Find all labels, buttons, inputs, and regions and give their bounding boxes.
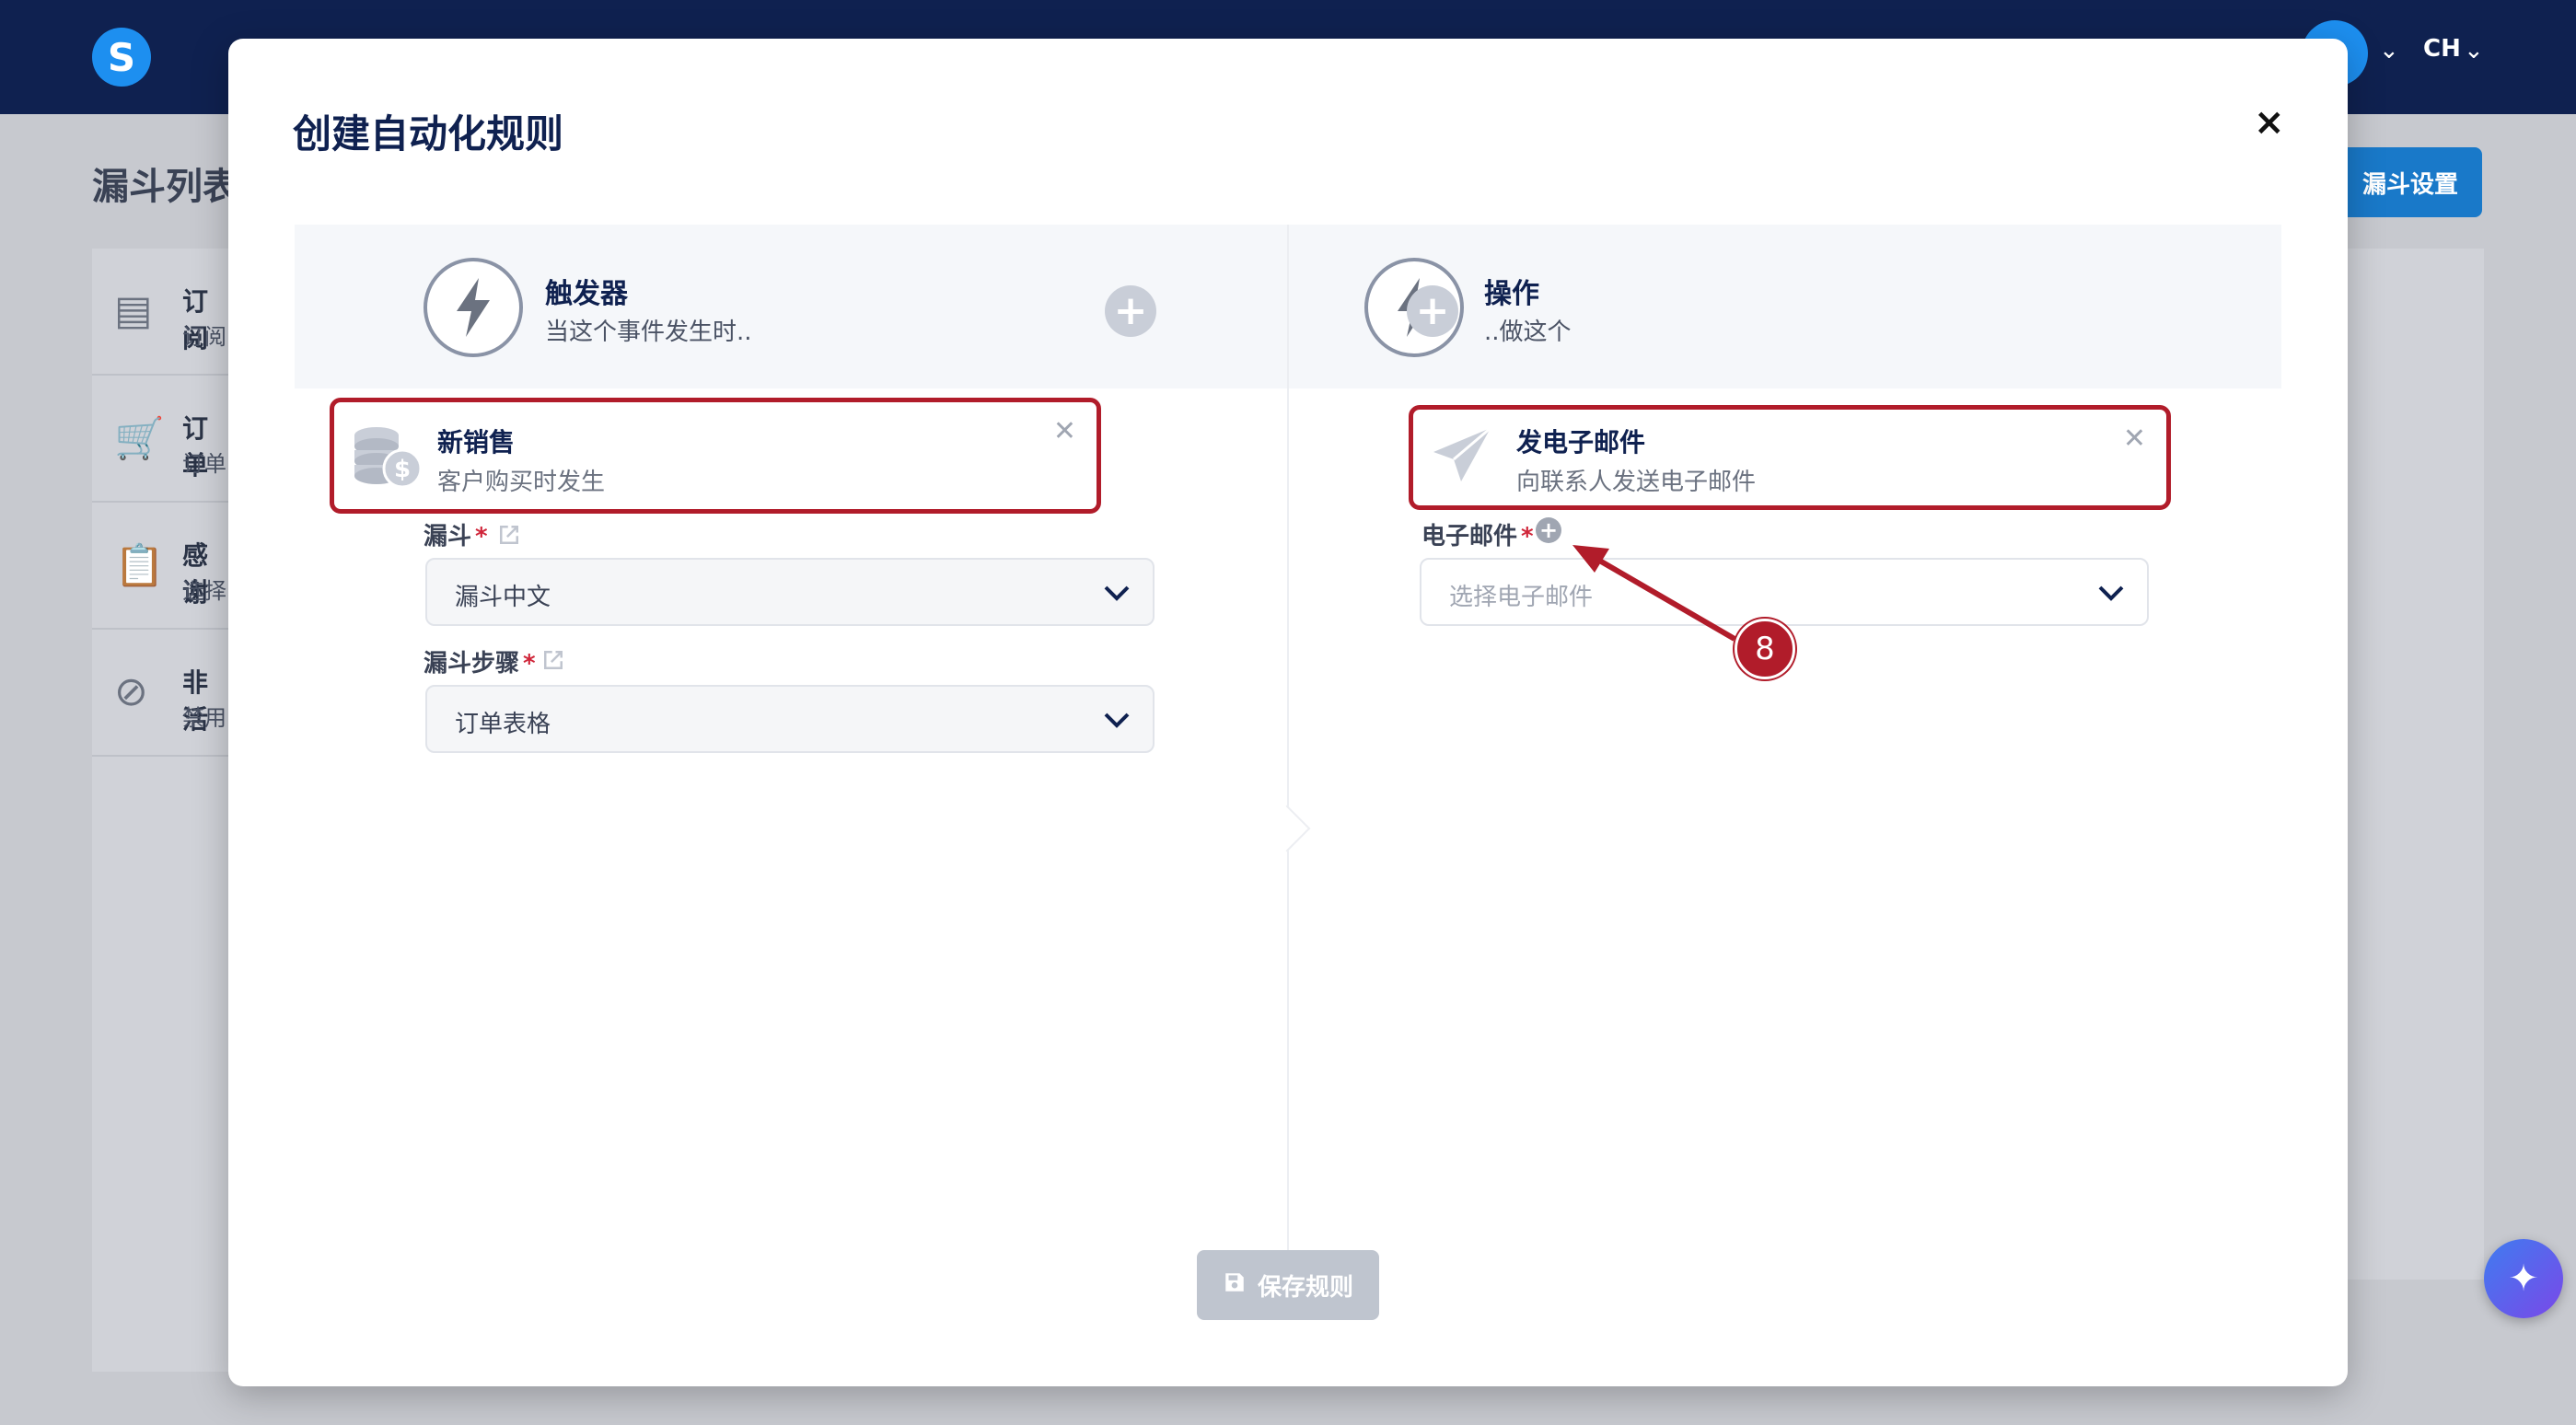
list-item[interactable]: 🛒 订单 订单: [92, 376, 230, 503]
chevron-down-icon: [1103, 709, 1131, 735]
save-rule-button[interactable]: 保存规则: [1197, 1250, 1379, 1320]
action-card-send-email[interactable]: 发电子邮件 向联系人发送电子邮件 ✕: [1409, 405, 2171, 510]
email-select-placeholder: 选择电子邮件: [1449, 584, 1594, 611]
ban-icon: ⊘: [114, 668, 148, 715]
svg-text:$: $: [394, 456, 411, 483]
funnel-select[interactable]: 漏斗中文: [425, 558, 1155, 626]
app-logo[interactable]: S: [92, 28, 151, 87]
add-trigger-button[interactable]: +: [1105, 285, 1156, 337]
clipboard-check-icon: 📋: [114, 542, 165, 589]
add-email-button[interactable]: +: [1536, 517, 1561, 543]
chevron-down-icon[interactable]: ⌄: [2464, 37, 2484, 64]
trigger-card-title: 新销售: [437, 427, 516, 458]
remove-action-close-icon[interactable]: ✕: [2123, 423, 2146, 455]
modal-title: 创建自动化规则: [293, 111, 564, 156]
cart-icon: 🛒: [114, 415, 165, 462]
funnel-step-select-value: 订单表格: [455, 711, 551, 738]
bolt-icon: [424, 258, 523, 357]
close-icon[interactable]: ×: [2254, 101, 2285, 144]
newsletter-icon: ▤: [114, 287, 153, 334]
save-disk-icon: [1223, 1270, 1247, 1301]
funnel-select-value: 漏斗中文: [455, 584, 551, 611]
list-item-subtitle: 订单: [182, 451, 226, 477]
action-title: 操作: [1484, 278, 1539, 310]
funnel-step-list: ▤ 订阅 订阅 🛒 订单 订单 📋 感谢 选择 ⊘ 非活 禁用: [92, 249, 230, 1372]
chevron-down-icon: [2097, 582, 2125, 608]
list-item-subtitle: 订阅: [182, 324, 226, 350]
divider-arrow: [1263, 805, 1311, 852]
external-link-icon[interactable]: [495, 521, 523, 552]
funnel-step-select[interactable]: 订单表格: [425, 685, 1155, 753]
trigger-card-subtitle: 客户购买时发生: [437, 469, 606, 496]
trigger-title: 触发器: [545, 278, 628, 310]
trigger-subtitle: 当这个事件发生时..: [545, 319, 752, 346]
language-selector[interactable]: CH: [2423, 35, 2461, 63]
external-link-icon[interactable]: [540, 646, 567, 678]
paper-plane-icon: [1430, 424, 1494, 492]
column-divider: [1287, 225, 1289, 1256]
list-item-subtitle: 禁用: [182, 705, 226, 731]
action-header: 操作 ..做这个 +: [1289, 225, 2281, 388]
sparkles-icon: ✦: [2508, 1257, 2539, 1300]
create-automation-rule-modal: 创建自动化规则 × 触发器 当这个事件发生时.. + 操作 ..做这个 + $ …: [228, 39, 2348, 1386]
email-label: 电子邮件 *: [1421, 523, 1534, 550]
action-card-subtitle: 向联系人发送电子邮件: [1516, 469, 1757, 496]
funnel-step-label: 漏斗步骤 *: [424, 650, 536, 678]
annotation-badge: 8: [1735, 619, 1795, 679]
trigger-card-new-sale[interactable]: $ 新销售 客户购买时发生 ✕: [330, 398, 1101, 514]
page-title: 漏斗列表: [92, 166, 239, 208]
list-item[interactable]: 📋 感谢 选择: [92, 503, 230, 630]
chevron-down-icon[interactable]: ⌄: [2379, 37, 2399, 64]
funnel-label: 漏斗 *: [424, 523, 488, 550]
ai-assistant-button[interactable]: ✦: [2484, 1239, 2563, 1318]
background-panel: [2338, 249, 2484, 1280]
list-item-subtitle: 选择: [182, 578, 226, 604]
action-card-title: 发电子邮件: [1516, 427, 1646, 458]
add-action-button[interactable]: +: [1407, 285, 1458, 337]
save-rule-label: 保存规则: [1257, 1273, 1353, 1302]
funnel-settings-button[interactable]: 漏斗设置: [2338, 147, 2482, 217]
list-item[interactable]: ▤ 订阅 订阅: [92, 249, 230, 376]
chevron-down-icon: [1103, 582, 1131, 608]
trigger-header: 触发器 当这个事件发生时.. +: [295, 225, 1287, 388]
email-select[interactable]: 选择电子邮件: [1420, 558, 2149, 626]
remove-trigger-close-icon[interactable]: ✕: [1053, 415, 1076, 447]
list-item[interactable]: ⊘ 非活 禁用: [92, 630, 230, 757]
action-subtitle: ..做这个: [1484, 319, 1572, 346]
coins-dollar-icon: $: [351, 423, 423, 494]
